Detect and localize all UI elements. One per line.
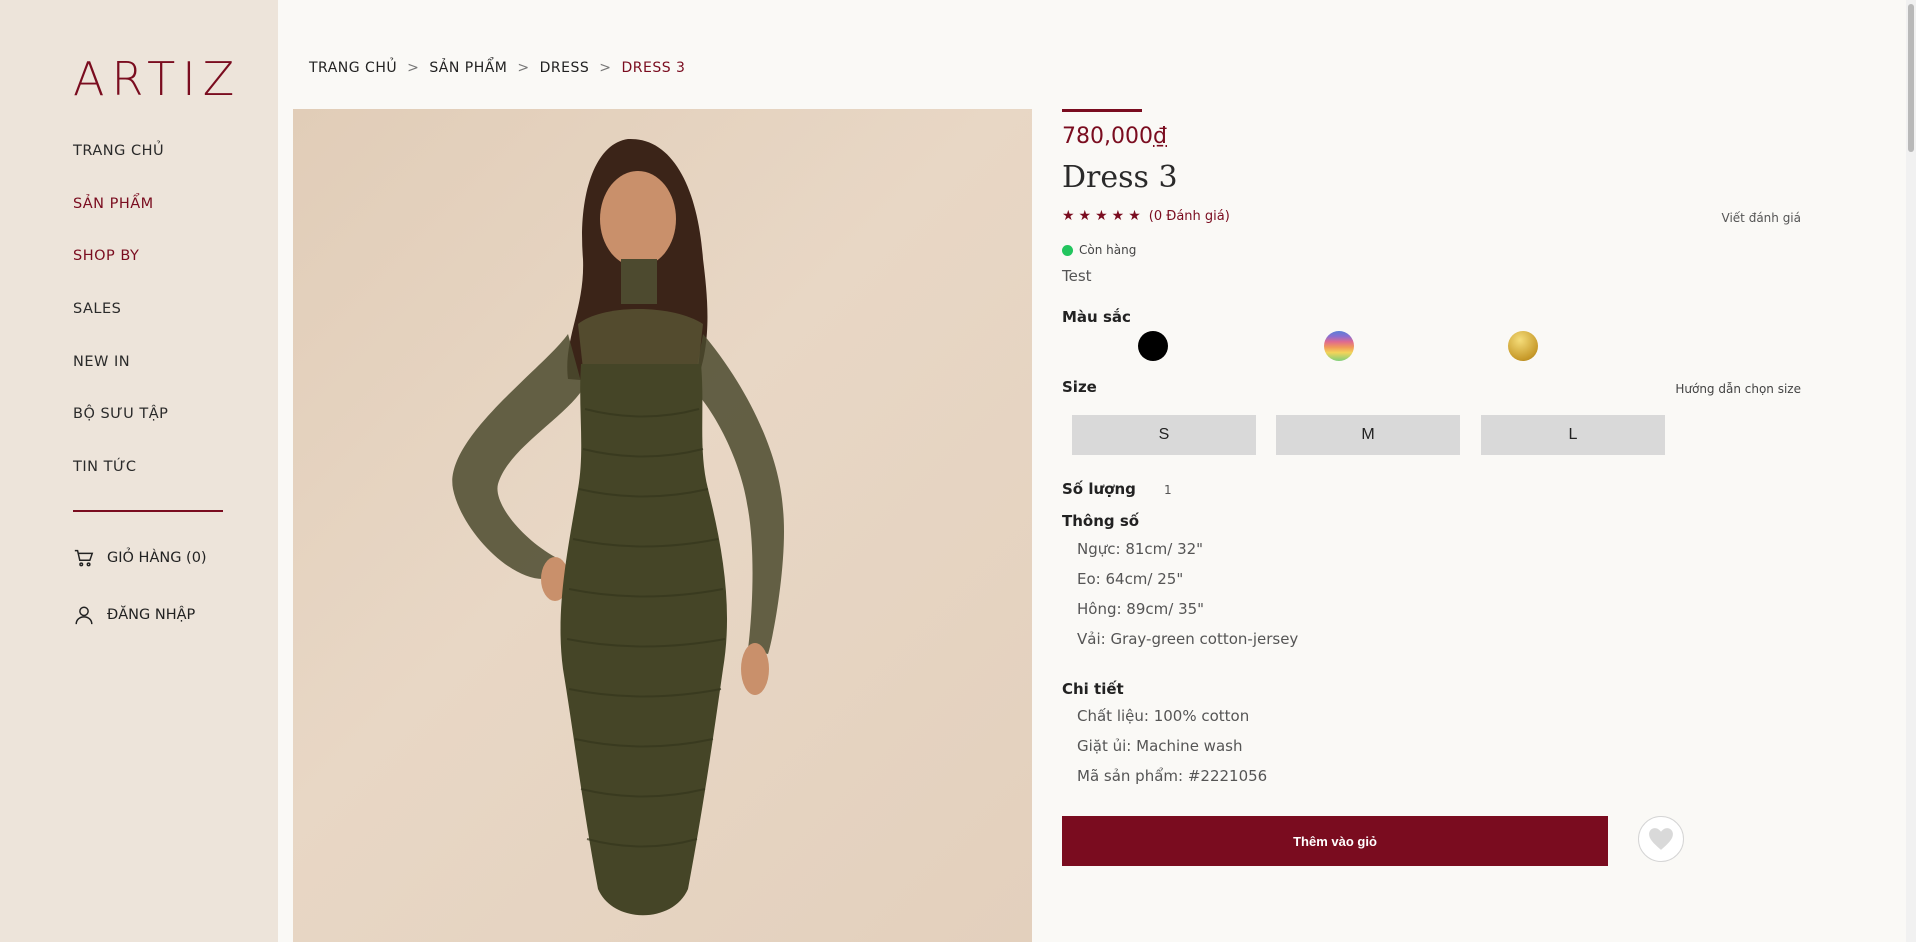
brand-logo[interactable]: ARTIZ: [73, 52, 241, 106]
heart-icon: [1649, 828, 1673, 850]
login-label: ĐĂNG NHẬP: [107, 607, 196, 623]
product-image[interactable]: [293, 109, 1032, 942]
color-swatch-black[interactable]: [1138, 331, 1168, 361]
color-label: Màu sắc: [1062, 308, 1131, 326]
spec-item: Vải: Gray-green cotton-jersey: [1077, 630, 1299, 648]
breadcrumb-item-products[interactable]: SẢN PHẨM: [429, 60, 507, 76]
nav-item-new-in[interactable]: NEW IN: [73, 354, 130, 370]
color-swatch-rainbow[interactable]: [1324, 331, 1354, 361]
detail-item: Chất liệu: 100% cotton: [1077, 707, 1250, 725]
spec-item: Eo: 64cm/ 25": [1077, 570, 1184, 588]
quantity-input[interactable]: 1: [1164, 483, 1194, 497]
sidebar-divider: [73, 510, 223, 512]
wishlist-button[interactable]: [1638, 816, 1684, 862]
spec-item: Ngực: 81cm/ 32": [1077, 540, 1204, 558]
write-review-link[interactable]: Viết đánh giá: [1722, 211, 1801, 225]
specs-label: Thông số: [1062, 512, 1140, 530]
detail-item: Giặt ủi: Machine wash: [1077, 737, 1243, 755]
rating-count: (0 Đánh giá): [1148, 208, 1230, 224]
scrollbar-thumb[interactable]: [1908, 4, 1914, 152]
breadcrumb-separator: >: [517, 60, 530, 76]
sidebar: ARTIZ TRANG CHỦ SẢN PHẨM SHOP BY SALES N…: [0, 0, 278, 942]
spec-item: Hông: 89cm/ 35": [1077, 600, 1205, 618]
size-guide-link[interactable]: Hướng dẫn chọn size: [1675, 382, 1801, 396]
details-label: Chi tiết: [1062, 680, 1124, 698]
product-title: Dress 3: [1062, 160, 1178, 195]
quantity-label: Số lượng: [1062, 480, 1136, 498]
color-swatch-gold[interactable]: [1508, 331, 1538, 361]
add-to-cart-button[interactable]: Thêm vào giỏ: [1062, 816, 1608, 866]
breadcrumb-separator: >: [407, 60, 420, 76]
cart-label: GIỎ HÀNG (0): [107, 550, 207, 566]
star-rating-icon[interactable]: ★★★★★: [1062, 208, 1145, 224]
product-description: Test: [1062, 267, 1092, 285]
size-button-m[interactable]: M: [1276, 415, 1460, 455]
size-button-l[interactable]: L: [1481, 415, 1665, 455]
nav-item-tin-tuc[interactable]: TIN TỨC: [73, 459, 137, 475]
breadcrumb-item-home[interactable]: TRANG CHỦ: [309, 60, 397, 76]
nav-item-san-pham[interactable]: SẢN PHẨM: [73, 196, 154, 212]
size-button-s[interactable]: S: [1072, 415, 1256, 455]
cart-icon: [74, 549, 94, 567]
nav-item-bo-suu-tap[interactable]: BỘ SƯU TẬP: [73, 406, 168, 422]
detail-item: Mã sản phẩm: #2221056: [1077, 767, 1268, 785]
nav-item-trang-chu[interactable]: TRANG CHỦ: [73, 143, 164, 159]
stock-label: Còn hàng: [1079, 243, 1137, 257]
cart-link[interactable]: GIỎ HÀNG (0): [73, 547, 207, 569]
login-link[interactable]: ĐĂNG NHẬP: [73, 604, 195, 626]
breadcrumb-item-current: DRESS 3: [621, 60, 686, 76]
price-currency: ₫: [1152, 124, 1167, 149]
stock-status: Còn hàng: [1062, 243, 1136, 257]
nav-item-sales[interactable]: SALES: [73, 301, 121, 317]
product-model-illustration: [452, 138, 785, 916]
breadcrumb: TRANG CHỦ > SẢN PHẨM > DRESS > DRESS 3: [309, 60, 685, 76]
page-scrollbar[interactable]: [1906, 0, 1916, 942]
breadcrumb-item-dress[interactable]: DRESS: [540, 60, 590, 76]
product-rating: ★★★★★ (0 Đánh giá): [1062, 208, 1230, 224]
in-stock-dot-icon: [1062, 244, 1073, 256]
user-icon: [75, 606, 93, 625]
price-accent-line: [1062, 109, 1142, 112]
price-amount: 780,000: [1062, 124, 1153, 149]
nav-item-shop-by[interactable]: SHOP BY: [73, 248, 139, 264]
breadcrumb-separator: >: [599, 60, 612, 76]
product-price: 780,000₫: [1062, 124, 1167, 149]
size-label: Size: [1062, 378, 1097, 396]
